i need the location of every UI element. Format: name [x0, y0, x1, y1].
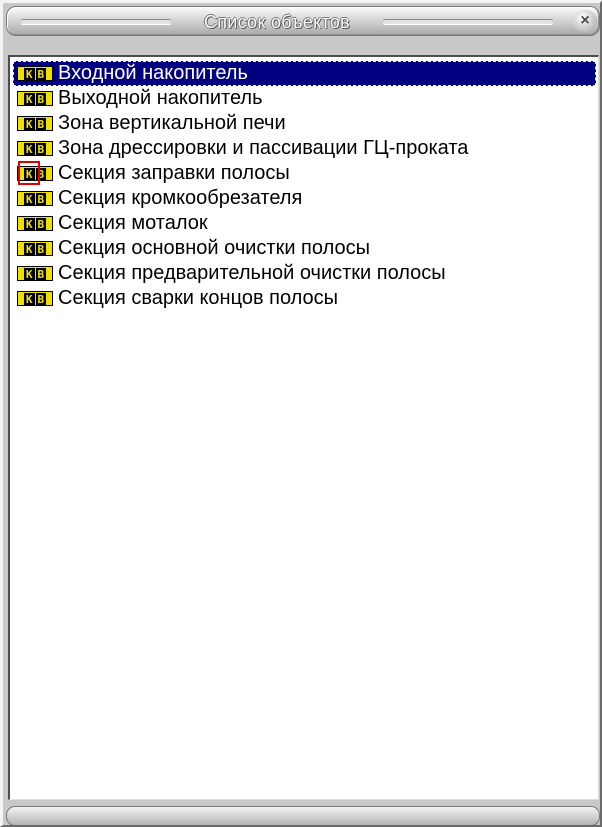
- kv-object-icon: КВ: [17, 291, 53, 306]
- kv-icon-letter-v: В: [35, 142, 47, 156]
- kv-icon-letter-v: В: [35, 217, 47, 231]
- kv-icon-letter-v: В: [35, 92, 47, 106]
- list-item-label: Секция заправки полосы: [58, 162, 290, 184]
- list-item-label: Зона вертикальной печи: [58, 112, 286, 134]
- kv-icon-letter-k: К: [23, 217, 35, 231]
- title-groove-left: [21, 19, 171, 25]
- list-item[interactable]: КВ Входной накопитель: [13, 61, 596, 86]
- kv-icon-letter-v: В: [35, 192, 47, 206]
- kv-object-icon: КВ: [17, 266, 53, 281]
- kv-icon-letter-v: В: [35, 292, 47, 306]
- kv-icon-letter-k: К: [23, 242, 35, 256]
- list-item-label: Зона дрессировки и пассивации ГЦ-проката: [58, 137, 469, 159]
- list-item[interactable]: КВ Секция основной очистки полосы: [13, 236, 596, 261]
- kv-icon-letter-k: К: [23, 92, 35, 106]
- list-item-label: Секция сварки концов полосы: [58, 287, 339, 309]
- kv-icon-letter-k: К: [23, 267, 35, 281]
- list-item-label: Выходной накопитель: [58, 87, 263, 109]
- object-list-window: Список объектов × КВ Входной накопитель …: [0, 0, 602, 827]
- kv-object-icon: КВ: [17, 66, 53, 81]
- kv-icon-letter-k: К: [23, 192, 35, 206]
- kv-object-icon: КВ: [17, 91, 53, 106]
- kv-icon-letter-k: К: [23, 67, 35, 81]
- window-title: Список объектов: [203, 12, 351, 32]
- kv-object-icon: КВ: [17, 191, 53, 206]
- title-groove-right: [383, 19, 553, 25]
- list-item-label: Входной накопитель: [58, 62, 248, 84]
- kv-icon-letter-v: В: [35, 242, 47, 256]
- list-item[interactable]: КВ Зона вертикальной печи: [13, 111, 596, 136]
- list-item[interactable]: КВ Секция предварительной очистки полосы: [13, 261, 596, 286]
- list-item-label: Секция основной очистки полосы: [58, 237, 370, 259]
- title-bar[interactable]: Список объектов ×: [6, 6, 600, 36]
- list-item[interactable]: КВ Секция моталок: [13, 211, 596, 236]
- kv-icon-letter-k: К: [23, 117, 35, 131]
- kv-icon-letter-v: В: [35, 117, 47, 131]
- kv-object-icon: КВ: [17, 241, 53, 256]
- kv-object-icon: КВ: [17, 141, 53, 156]
- kv-icon-letter-k: К: [23, 142, 35, 156]
- selection-marker: [18, 161, 40, 185]
- list-item-label: Секция кромкообрезателя: [58, 187, 303, 209]
- list-item[interactable]: КВ Секция кромкообрезателя: [13, 186, 596, 211]
- list-item[interactable]: КВ Зона дрессировки и пассивации ГЦ-прок…: [13, 136, 596, 161]
- list-item[interactable]: КВ Выходной накопитель: [13, 86, 596, 111]
- kv-object-icon: КВ: [17, 116, 53, 131]
- window-bottom-bar: [6, 806, 600, 825]
- close-button[interactable]: ×: [573, 10, 597, 32]
- list-item-label: Секция моталок: [58, 212, 208, 234]
- kv-icon-letter-k: К: [23, 292, 35, 306]
- object-list-panel[interactable]: КВ Входной накопитель КВ Выходной накопи…: [8, 55, 599, 800]
- object-list: КВ Входной накопитель КВ Выходной накопи…: [13, 61, 596, 311]
- kv-icon-letter-v: В: [35, 267, 47, 281]
- kv-object-icon: КВ: [17, 216, 53, 231]
- kv-icon-letter-v: В: [35, 67, 47, 81]
- list-item[interactable]: КВ Секция заправки полосы: [13, 161, 596, 186]
- list-item[interactable]: КВ Секция сварки концов полосы: [13, 286, 596, 311]
- list-item-label: Секция предварительной очистки полосы: [58, 262, 446, 284]
